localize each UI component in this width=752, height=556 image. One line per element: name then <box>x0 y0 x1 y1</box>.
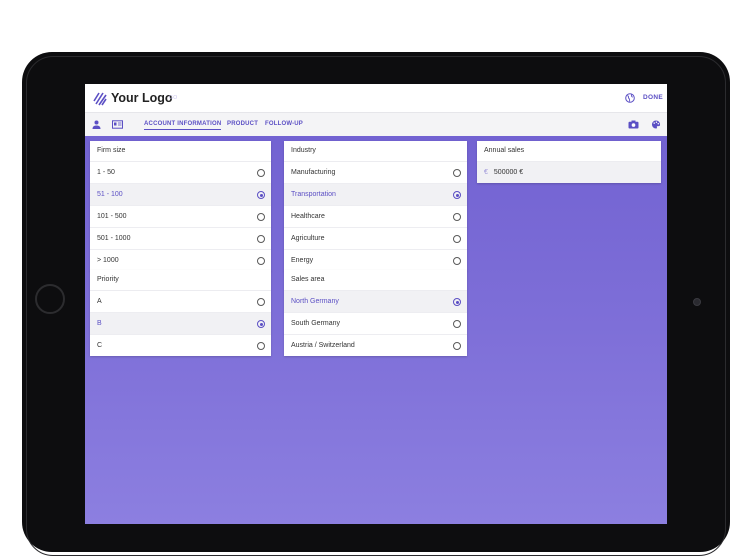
palette-icon[interactable] <box>651 120 661 129</box>
option-row[interactable]: 101 - 500 <box>90 206 271 228</box>
option-row-selected[interactable]: B <box>90 313 271 335</box>
radio-button[interactable] <box>257 342 265 350</box>
radio-button-checked[interactable] <box>257 191 265 199</box>
radio-button-checked[interactable] <box>257 320 265 328</box>
tab-product[interactable]: PRODUCT <box>227 121 258 127</box>
option-row-selected[interactable]: 51 - 100 <box>90 184 271 206</box>
option-row[interactable]: A <box>90 291 271 313</box>
radio-button[interactable] <box>453 342 461 350</box>
card-title: Industry <box>284 141 467 162</box>
radio-button[interactable] <box>257 257 265 265</box>
camera-icon[interactable] <box>628 120 639 129</box>
priority-card: Priority A B C <box>90 270 271 356</box>
option-row[interactable]: Manufacturing <box>284 162 467 184</box>
globe-icon[interactable] <box>625 93 635 103</box>
tab-account-information[interactable]: ACCOUNT INFORMATION <box>144 121 222 130</box>
option-row-selected[interactable]: Transportation <box>284 184 467 206</box>
radio-button[interactable] <box>257 235 265 243</box>
radio-button[interactable] <box>453 169 461 177</box>
radio-button[interactable] <box>453 235 461 243</box>
option-row[interactable]: > 1000 <box>90 250 271 271</box>
radio-button[interactable] <box>453 320 461 328</box>
app-screen: Your Logo GO DONE ACCOUNT INFORMATION PR… <box>85 84 667 524</box>
annual-sales-value[interactable]: 500000 € <box>494 169 523 176</box>
option-row[interactable]: 1 - 50 <box>90 162 271 184</box>
home-button <box>35 284 65 314</box>
annual-sales-field[interactable]: €500000 € <box>477 162 661 183</box>
tab-bar: ACCOUNT INFORMATION PRODUCT FOLLOW-UP <box>85 112 667 136</box>
radio-button[interactable] <box>257 298 265 306</box>
option-row[interactable]: C <box>90 335 271 356</box>
user-icon[interactable] <box>92 120 101 129</box>
option-row[interactable]: Energy <box>284 250 467 271</box>
radio-button-checked[interactable] <box>453 298 461 306</box>
option-row[interactable]: South Germany <box>284 313 467 335</box>
sales-area-card: Sales area North Germany South Germany A… <box>284 270 467 356</box>
tab-follow-up[interactable]: FOLLOW-UP <box>265 121 303 127</box>
card-title: Sales area <box>284 270 467 291</box>
done-button[interactable]: DONE <box>643 94 663 101</box>
front-camera <box>693 298 701 306</box>
card-title: Priority <box>90 270 271 291</box>
currency-symbol: € <box>484 169 488 176</box>
radio-button-checked[interactable] <box>453 191 461 199</box>
logo-mark-icon <box>93 92 107 106</box>
industry-card: Industry Manufacturing Transportation He… <box>284 141 467 271</box>
card-title: Firm size <box>90 141 271 162</box>
option-row[interactable]: Healthcare <box>284 206 467 228</box>
radio-button[interactable] <box>453 213 461 221</box>
radio-button[interactable] <box>453 257 461 265</box>
option-row[interactable]: 501 - 1000 <box>90 228 271 250</box>
radio-button[interactable] <box>257 169 265 177</box>
option-row[interactable]: Austria / Switzerland <box>284 335 467 356</box>
annual-sales-card: Annual sales €500000 € <box>477 141 661 183</box>
logo-subtext: GO <box>169 95 178 101</box>
radio-button[interactable] <box>257 213 265 221</box>
card-title: Annual sales <box>477 141 661 162</box>
option-row[interactable]: Agriculture <box>284 228 467 250</box>
app-header: Your Logo GO DONE <box>85 84 667 112</box>
option-row-selected[interactable]: North Germany <box>284 291 467 313</box>
firm-size-card: Firm size 1 - 50 51 - 100 101 - 500 501 … <box>90 141 271 271</box>
contact-card-icon[interactable] <box>112 120 123 129</box>
logo-text: Your Logo <box>111 91 173 105</box>
